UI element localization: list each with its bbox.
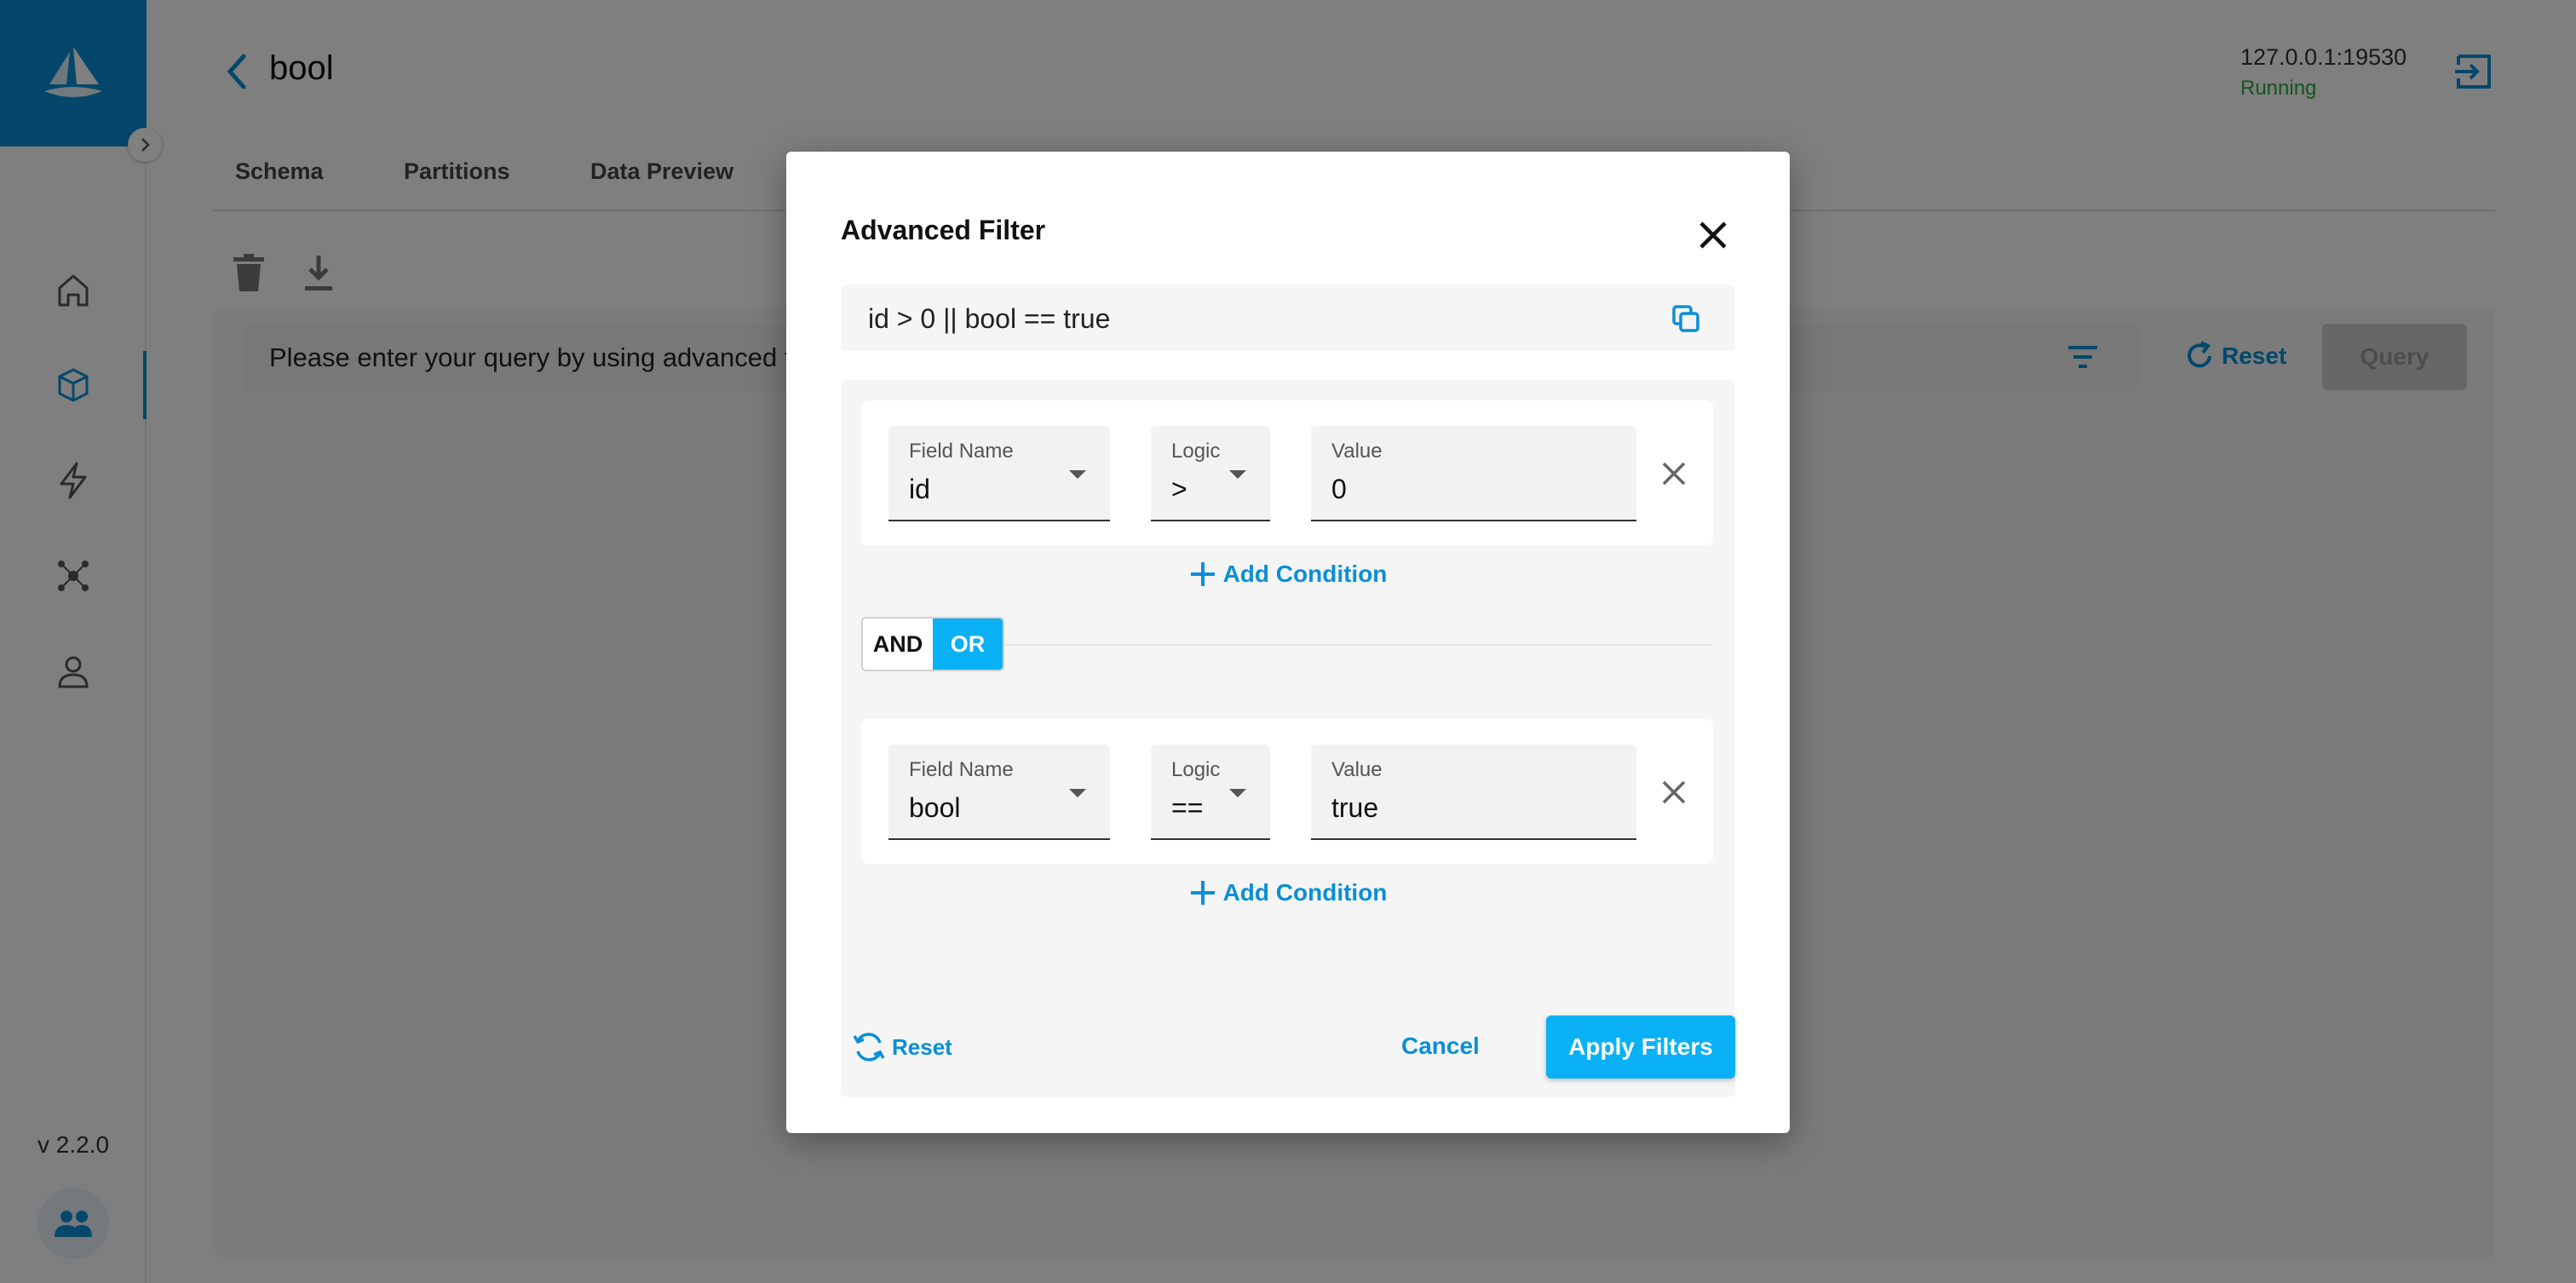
sync-icon bbox=[853, 1033, 885, 1061]
close-dialog-button[interactable] bbox=[1689, 211, 1737, 259]
add-condition-label: Add Condition bbox=[1222, 879, 1388, 906]
group-divider bbox=[1006, 644, 1713, 646]
and-toggle-button[interactable]: AND bbox=[863, 618, 933, 670]
dropdown-arrow-icon bbox=[1229, 470, 1246, 479]
value-input[interactable]: Value 0 bbox=[1311, 426, 1636, 521]
reset-filters-button[interactable]: Reset bbox=[851, 1031, 952, 1063]
reset-filters-label: Reset bbox=[892, 1033, 952, 1060]
dialog-title: Advanced Filter bbox=[841, 215, 1046, 245]
remove-condition-button[interactable] bbox=[1653, 772, 1694, 813]
add-condition-label: Add Condition bbox=[1222, 561, 1388, 587]
add-condition-button[interactable]: Add Condition bbox=[841, 879, 1735, 906]
value-value: 0 bbox=[1331, 474, 1347, 504]
cancel-button[interactable]: Cancel bbox=[1401, 1033, 1480, 1060]
logic-toggle: AND OR bbox=[861, 617, 1004, 671]
remove-condition-button[interactable] bbox=[1653, 453, 1694, 494]
filter-expression-box: id > 0 || bool == true bbox=[841, 285, 1735, 351]
condition-row: Field Name bool Logic == Value true bbox=[861, 719, 1713, 864]
field-name-label: Field Name bbox=[909, 758, 1014, 781]
close-icon bbox=[1662, 780, 1686, 804]
logic-label: Logic bbox=[1171, 440, 1221, 463]
dropdown-arrow-icon bbox=[1069, 789, 1086, 797]
filter-expression: id > 0 || bool == true bbox=[868, 303, 1111, 334]
value-value: true bbox=[1331, 792, 1379, 823]
plus-icon bbox=[1190, 881, 1215, 905]
add-condition-button[interactable]: Add Condition bbox=[841, 561, 1735, 588]
logic-value: > bbox=[1171, 474, 1187, 504]
close-icon bbox=[1699, 222, 1727, 249]
close-icon bbox=[1662, 462, 1686, 486]
plus-icon bbox=[1190, 562, 1215, 586]
copy-icon[interactable] bbox=[1669, 302, 1703, 336]
condition-groups: Field Name id Logic > Value 0 Add Condit… bbox=[841, 380, 1735, 1097]
logic-select[interactable]: Logic > bbox=[1151, 426, 1270, 521]
condition-row: Field Name id Logic > Value 0 bbox=[861, 400, 1713, 545]
logic-label: Logic bbox=[1171, 758, 1221, 781]
advanced-filter-dialog: Advanced Filter id > 0 || bool == true F… bbox=[786, 152, 1790, 1133]
logic-select[interactable]: Logic == bbox=[1151, 745, 1270, 840]
field-name-label: Field Name bbox=[909, 440, 1014, 463]
logic-value: == bbox=[1171, 792, 1204, 823]
dropdown-arrow-icon bbox=[1229, 789, 1246, 797]
value-input[interactable]: Value true bbox=[1311, 745, 1636, 840]
value-label: Value bbox=[1331, 440, 1383, 463]
field-name-select[interactable]: Field Name bool bbox=[888, 745, 1110, 840]
dropdown-arrow-icon bbox=[1069, 470, 1086, 479]
field-name-value: bool bbox=[909, 792, 961, 823]
field-name-select[interactable]: Field Name id bbox=[888, 426, 1110, 521]
field-name-value: id bbox=[909, 474, 930, 504]
apply-filters-button[interactable]: Apply Filters bbox=[1546, 1015, 1735, 1079]
or-toggle-button[interactable]: OR bbox=[933, 618, 1003, 670]
value-label: Value bbox=[1331, 758, 1383, 781]
